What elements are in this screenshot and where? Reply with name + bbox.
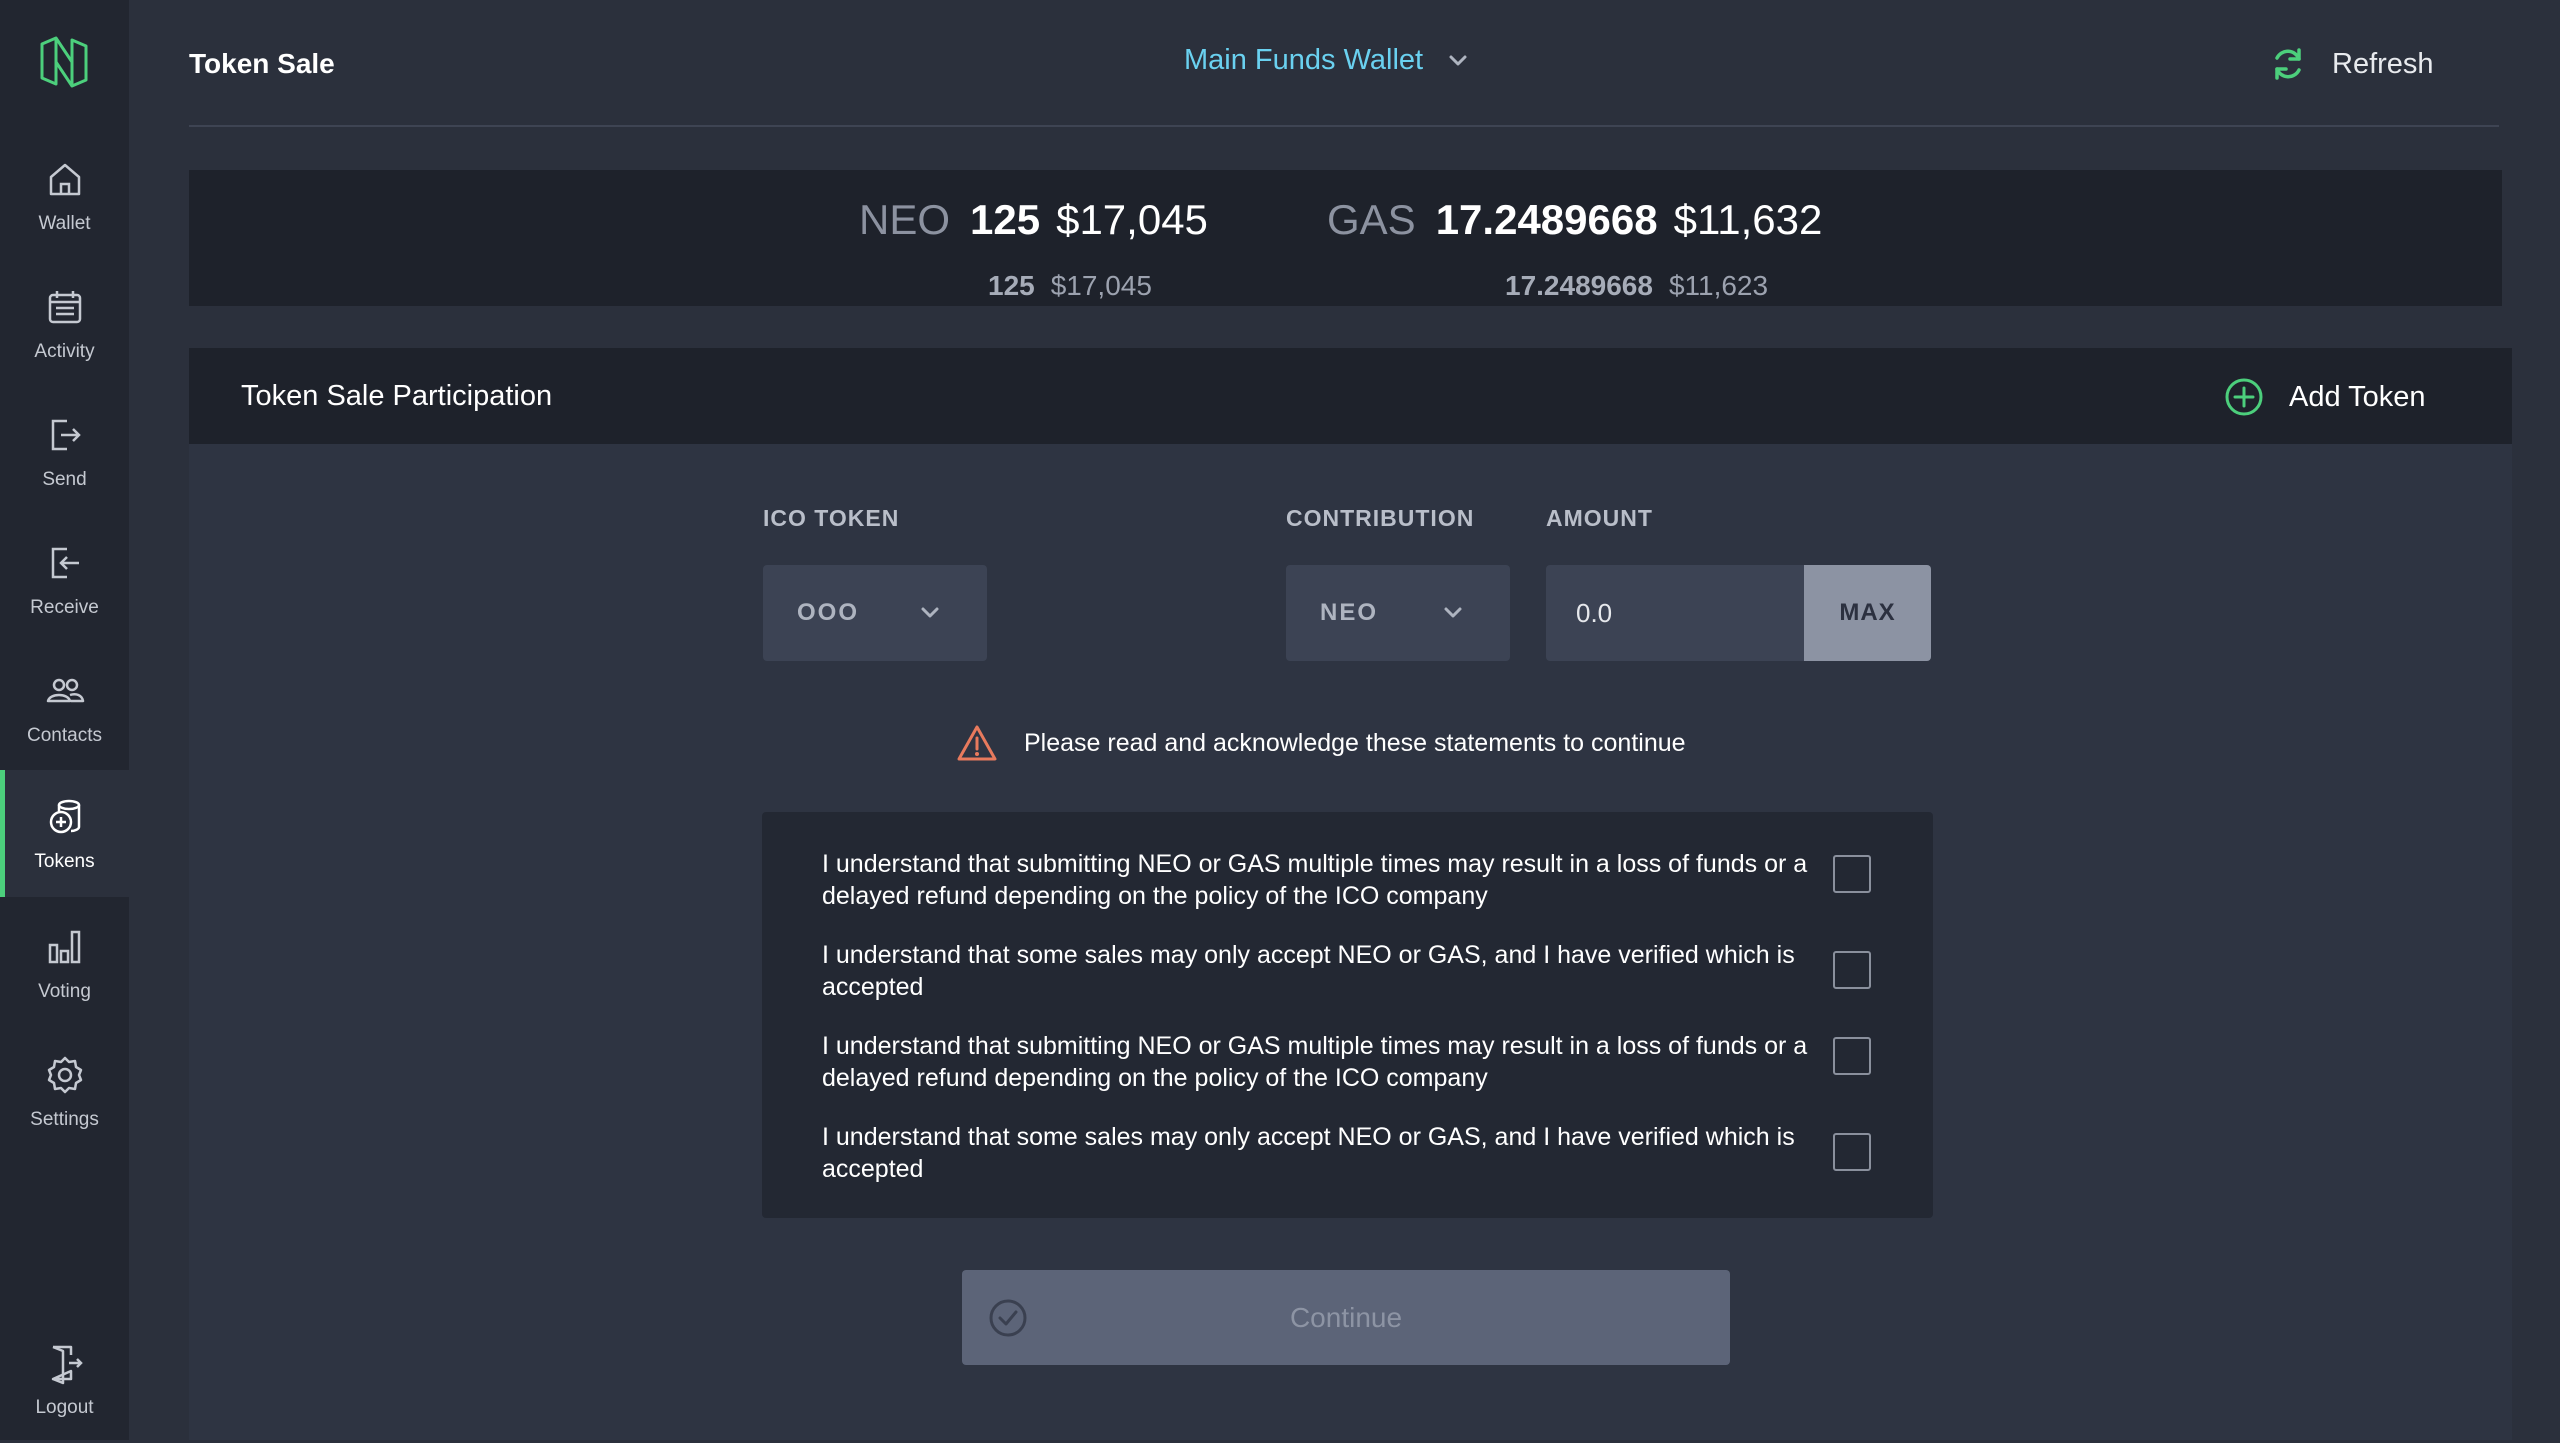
sidebar-item-label: Activity	[34, 340, 95, 362]
receive-icon	[51, 547, 79, 578]
gear-icon	[47, 1056, 82, 1093]
sidebar-item-wallet[interactable]: Wallet	[0, 132, 129, 259]
check-circle-icon	[989, 1299, 1027, 1337]
amount-label: AMOUNT	[1546, 505, 1653, 531]
continue-button[interactable]: Continue	[962, 1270, 1730, 1365]
sidebar: Wallet Activity Send Receive Contacts To…	[0, 0, 129, 1440]
ico-token-value: OOO	[797, 599, 860, 626]
acknowledge-warning: Please read and acknowledge these statem…	[956, 722, 1686, 764]
sidebar-item-receive[interactable]: Receive	[0, 516, 129, 643]
sidebar-item-tokens[interactable]: Tokens	[0, 770, 129, 897]
ico-token-select[interactable]: OOO	[763, 565, 987, 661]
add-token-label: Add Token	[2289, 380, 2426, 413]
gas-usd: $11,632	[1673, 196, 1823, 243]
statement-checkbox[interactable]	[1833, 855, 1871, 893]
gas-sub-usd: $11,623	[1668, 270, 1769, 301]
chevron-down-icon	[1444, 607, 1462, 618]
warning-icon	[957, 725, 997, 761]
gas-sub-amount: 17.2489668	[1505, 270, 1653, 301]
continue-label: Continue	[1289, 1301, 1403, 1333]
statement-text: I understand that some sales may only ac…	[822, 941, 1795, 1001]
refresh-button[interactable]: Refresh	[2268, 44, 2434, 84]
tokens-icon	[49, 799, 80, 833]
panel-title: Token Sale Participation	[241, 380, 553, 412]
plus-circle-icon	[2225, 378, 2263, 416]
neo-balance: NEO 125 $17,045 125 $17,045	[859, 196, 1208, 301]
sidebar-item-activity[interactable]: Activity	[0, 260, 129, 387]
refresh-icon	[2275, 48, 2301, 80]
sidebar-item-settings[interactable]: Settings	[0, 1028, 129, 1155]
sidebar-item-label: Contacts	[27, 724, 102, 746]
sidebar-item-label: Send	[42, 468, 87, 490]
contacts-icon	[46, 678, 84, 702]
logout-icon	[51, 1345, 83, 1384]
statement-text: I understand that some sales may only ac…	[822, 1123, 1795, 1183]
sidebar-item-label: Receive	[30, 596, 99, 618]
sidebar-item-contacts[interactable]: Contacts	[0, 644, 129, 771]
wallet-select[interactable]: Main Funds Wallet	[1184, 44, 1471, 77]
neo-amount: 125	[970, 196, 1041, 243]
sidebar-item-logout[interactable]: Logout	[0, 1316, 129, 1443]
sidebar-item-label: Voting	[38, 980, 91, 1002]
refresh-label: Refresh	[2332, 47, 2434, 80]
header-divider	[189, 125, 2499, 127]
add-token-button[interactable]: Add Token	[2223, 376, 2426, 418]
chevron-down-icon	[1449, 55, 1467, 65]
wallet-select-label: Main Funds Wallet	[1184, 44, 1424, 76]
chevron-down-icon	[921, 607, 939, 618]
statement-checkbox[interactable]	[1833, 1037, 1871, 1075]
sidebar-item-label: Settings	[30, 1108, 99, 1130]
gas-balance: GAS 17.2489668 $11,632 17.2489668 $11,623	[1327, 196, 1823, 301]
statement-checkbox[interactable]	[1833, 1133, 1871, 1171]
home-icon	[49, 163, 80, 195]
sidebar-item-voting[interactable]: Voting	[0, 900, 129, 1027]
page-title: Token Sale	[189, 48, 335, 79]
neo-usd: $17,045	[1056, 196, 1208, 243]
gas-symbol: GAS	[1327, 196, 1416, 243]
panel-header: Token Sale Participation Add Token	[189, 348, 2512, 444]
bar-chart-icon	[48, 930, 80, 963]
calendar-icon	[48, 290, 81, 323]
statement-text: I understand that submitting NEO or GAS …	[822, 1032, 1808, 1092]
contribution-label: CONTRIBUTION	[1286, 505, 1475, 531]
contribution-select[interactable]: NEO	[1286, 565, 1510, 661]
contribution-value: NEO	[1320, 599, 1379, 626]
max-button[interactable]: MAX	[1804, 565, 1931, 661]
sidebar-item-send[interactable]: Send	[0, 388, 129, 515]
sidebar-item-label: Tokens	[34, 850, 95, 872]
acknowledgement-list: I understand that submitting NEO or GAS …	[762, 812, 1933, 1218]
neon-logo-icon[interactable]	[34, 32, 94, 92]
send-icon	[51, 419, 81, 450]
statement-checkbox[interactable]	[1833, 951, 1871, 989]
ico-token-label: ICO TOKEN	[763, 505, 900, 531]
balance-strip: NEO 125 $17,045 125 $17,045 GAS 17.248966…	[189, 170, 2502, 306]
gas-amount: 17.2489668	[1435, 196, 1658, 243]
amount-input[interactable]	[1546, 565, 1804, 661]
sidebar-item-label: Wallet	[38, 212, 91, 234]
neo-sub-usd: $17,045	[1050, 270, 1152, 301]
neo-sub-amount: 125	[988, 270, 1035, 301]
neo-symbol: NEO	[859, 196, 951, 243]
warning-text: Please read and acknowledge these statem…	[1024, 728, 1686, 757]
statement-text: I understand that submitting NEO or GAS …	[822, 850, 1808, 910]
sidebar-item-label: Logout	[35, 1396, 94, 1418]
